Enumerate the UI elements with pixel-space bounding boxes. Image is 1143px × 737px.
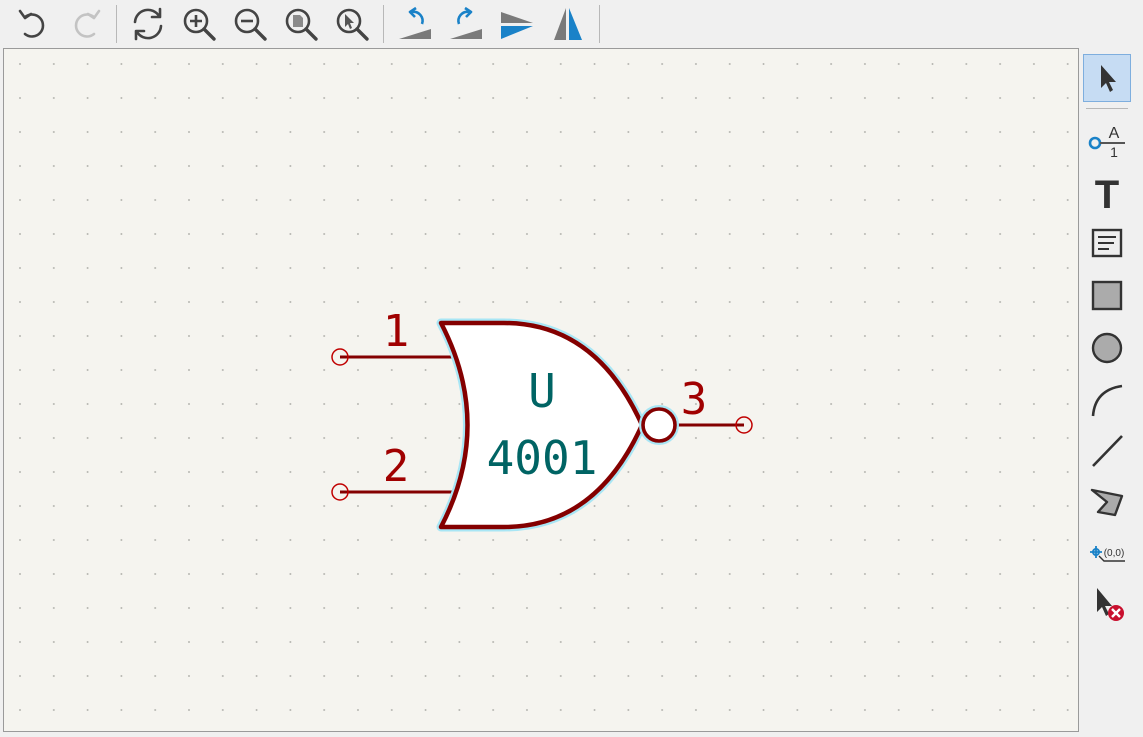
add-text-tool[interactable]: T <box>1083 168 1131 216</box>
rotate-ccw-icon <box>399 6 431 39</box>
inversion-bubble <box>641 407 677 443</box>
line-icon <box>1092 435 1123 467</box>
add-pin-tool[interactable]: A 1 <box>1083 114 1131 162</box>
delete-cursor-icon <box>1097 588 1124 621</box>
toolbar-separator <box>383 5 384 43</box>
toolbar-separator <box>599 5 600 43</box>
pin-1-number: 1 <box>383 306 410 357</box>
undo-icon <box>18 9 45 38</box>
polygon-icon <box>1090 488 1124 517</box>
nor-gate-symbol[interactable]: 1 2 3 U 4001 <box>4 49 1079 732</box>
zoom-in-icon <box>183 8 216 41</box>
main-toolbar <box>0 0 1143 47</box>
arc-icon <box>1091 384 1123 417</box>
pin-icon-label-bottom: 1 <box>1110 144 1118 158</box>
anchor-icon: (0,0) <box>1090 546 1125 562</box>
add-polygon-tool[interactable] <box>1083 478 1131 526</box>
anchor-icon-label: (0,0) <box>1104 548 1125 559</box>
pin-2-number: 2 <box>383 441 410 492</box>
circle-icon <box>1091 332 1123 364</box>
mirror-vertical-button[interactable] <box>497 4 537 44</box>
zoom-in-button[interactable] <box>179 4 219 44</box>
value-field[interactable]: 4001 <box>487 431 598 485</box>
redo-icon <box>74 9 101 38</box>
rotate-cw-button[interactable] <box>446 4 486 44</box>
delete-tool[interactable] <box>1083 580 1131 628</box>
gate-body <box>438 320 645 530</box>
text-icon-glyph: T <box>1095 173 1119 212</box>
pin-3-number: 3 <box>681 374 708 425</box>
pin-icon: A 1 <box>1088 125 1125 158</box>
zoom-fit-page-button[interactable] <box>281 4 321 44</box>
rectangle-icon <box>1091 280 1123 311</box>
textbox-icon <box>1091 228 1123 258</box>
add-textbox-tool[interactable] <box>1083 220 1131 268</box>
cursor-icon <box>1101 65 1116 92</box>
add-line-tool[interactable] <box>1083 426 1131 474</box>
anchor-tool[interactable]: (0,0) <box>1083 528 1131 576</box>
redo-button[interactable] <box>66 4 106 44</box>
zoom-to-objects-button[interactable] <box>332 4 372 44</box>
pin-icon-label-top: A <box>1109 125 1120 142</box>
rotate-cw-icon <box>450 6 482 39</box>
undo-button[interactable] <box>13 4 53 44</box>
zoom-out-icon <box>234 8 267 41</box>
select-tool[interactable] <box>1083 54 1131 102</box>
mirror-horizontal-icon <box>554 8 582 40</box>
refresh-icon <box>133 7 163 41</box>
symbol-editor-canvas[interactable]: 1 2 3 U 4001 <box>3 48 1079 732</box>
drawing-tools-palette: A 1 T (0,0) <box>1080 48 1143 737</box>
zoom-fit-page-icon <box>285 8 318 41</box>
zoom-out-button[interactable] <box>230 4 270 44</box>
add-arc-tool[interactable] <box>1083 376 1131 424</box>
reference-field[interactable]: U <box>528 364 556 418</box>
rotate-ccw-button[interactable] <box>395 4 435 44</box>
add-circle-tool[interactable] <box>1083 324 1131 372</box>
mirror-vertical-icon <box>501 12 533 39</box>
mirror-horizontal-button[interactable] <box>548 4 588 44</box>
toolbar-separator <box>116 5 117 43</box>
zoom-objects-icon <box>336 8 369 41</box>
text-icon: T <box>1095 173 1119 212</box>
palette-separator <box>1086 108 1128 109</box>
add-rectangle-tool[interactable] <box>1083 272 1131 320</box>
refresh-button[interactable] <box>128 4 168 44</box>
